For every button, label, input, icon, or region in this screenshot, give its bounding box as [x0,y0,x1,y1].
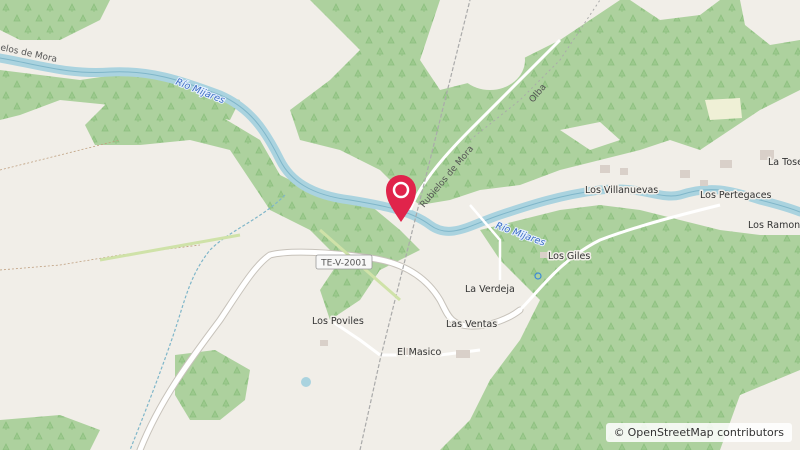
place-el-masico: El Masico [397,347,441,358]
place-los-ramon: Los Ramon [748,220,800,231]
attribution-text[interactable]: OpenStreetMap contributors [628,426,784,439]
place-las-ventas: Las Ventas [446,319,497,330]
place-los-villanuevas: Los Villanuevas [585,185,658,196]
place-los-pertegaces: Los Pertegaces [700,190,772,201]
place-los-giles: Los Giles [548,251,590,262]
place-los-poviles: Los Poviles [312,316,364,327]
attribution[interactable]: © OpenStreetMap contributors [605,423,792,442]
svg-text:TE-V-2001: TE-V-2001 [320,259,367,269]
place-la-verdeja: La Verdeja [465,284,515,295]
copyright-symbol: © [613,426,625,439]
road-shield: TE-V-2001 [315,254,373,270]
map-canvas[interactable]: elos de Mora Rubielos de Mora Olba TE-V-… [0,0,800,450]
place-la-tose: La Tose [768,157,800,168]
